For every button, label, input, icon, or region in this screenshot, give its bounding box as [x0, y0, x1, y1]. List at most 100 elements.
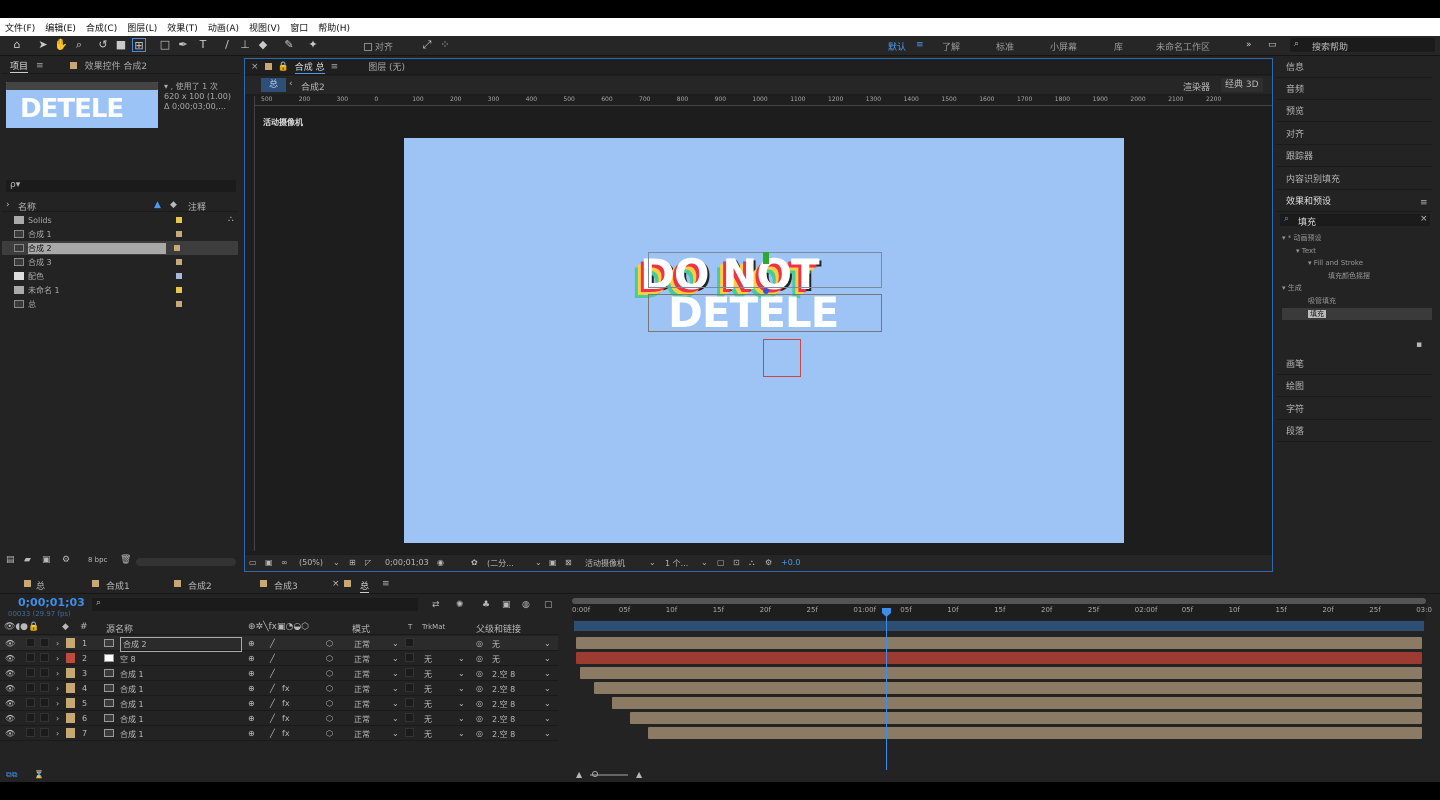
layer-switches-toggle-icon[interactable]: ⧉⧉ — [6, 770, 17, 780]
mode-chevron-icon[interactable]: ⌄ — [392, 699, 399, 708]
camera-view-dropdown[interactable]: 活动摄像机 — [585, 558, 625, 569]
parent-dropdown[interactable]: 无 — [492, 639, 500, 650]
mode-chevron-icon[interactable]: ⌄ — [392, 669, 399, 678]
blend-mode-dropdown[interactable]: 正常 — [354, 684, 370, 695]
zoom-tool-icon[interactable]: ⌕ — [72, 38, 86, 52]
layer-label-color[interactable] — [66, 668, 75, 678]
brush-tool-icon[interactable]: / — [220, 38, 234, 52]
panel-brushes[interactable]: 画笔 — [1276, 355, 1432, 375]
pan-behind-tool-icon[interactable]: ⊞ — [132, 38, 146, 52]
type-tool-icon[interactable]: T — [196, 38, 210, 52]
views-dropdown[interactable]: 1 个... — [665, 558, 688, 569]
parent-dropdown[interactable]: 2.空 8 — [492, 729, 515, 740]
parent-dropdown[interactable]: 2.空 8 — [492, 714, 515, 725]
blend-mode-dropdown[interactable]: 正常 — [354, 729, 370, 740]
trkmat-dropdown[interactable]: 无 — [424, 714, 432, 725]
panel-paragraph[interactable]: 段落 — [1276, 422, 1432, 442]
layer-label-color[interactable] — [66, 653, 75, 663]
shy-switch-icon[interactable]: ⊕ — [248, 654, 255, 663]
workspace-learn[interactable]: 了解 — [942, 40, 960, 53]
trkmat-dropdown[interactable]: 无 — [424, 729, 432, 740]
graph-editor-icon[interactable]: ▢ — [544, 600, 553, 610]
parent-chevron-icon[interactable]: ⌄ — [544, 669, 551, 678]
visibility-eye-icon[interactable]: 👁 — [5, 699, 15, 708]
expand-layer-icon[interactable]: › — [56, 684, 59, 693]
time-ruler[interactable]: 0:00f 05f 10f 15f 20f 25f 01:00f 05f 10f 15f 20f 25… — [572, 604, 1432, 620]
pickwhip-icon[interactable]: ◎ — [476, 729, 483, 738]
eraser-tool-icon[interactable]: ◆ — [256, 38, 270, 52]
snap-icon[interactable]: ⤢ — [420, 38, 434, 52]
tab-comp-total[interactable]: 合成 总 — [294, 60, 325, 74]
vertical-ruler[interactable] — [245, 96, 255, 551]
visibility-eye-icon[interactable]: 👁 — [5, 729, 15, 738]
shy-switch-icon[interactable]: ⊕ — [248, 669, 255, 678]
sort-asc-icon[interactable]: ▲ — [154, 200, 161, 210]
layer-row[interactable]: 👁 › 2 空 8 ⊕ ╱ ⬡ 正常 ⌄ 无 ⌄ ◎ 无 ⌄ — [0, 651, 558, 666]
panel-paint[interactable]: 绘图 — [1276, 377, 1432, 397]
quality-switch-icon[interactable]: ╱ — [270, 669, 275, 678]
3d-layer-icon[interactable]: ⬡ — [326, 699, 333, 708]
preserve-transparency-checkbox[interactable] — [405, 638, 414, 647]
workspace-standard[interactable]: 标准 — [996, 40, 1014, 53]
3d-layer-icon[interactable]: ⬡ — [326, 654, 333, 663]
lock-switch[interactable] — [40, 728, 49, 737]
color-channel-icon[interactable]: ✿ — [471, 558, 478, 567]
clone-stamp-icon[interactable]: ⊥ — [238, 38, 252, 52]
visibility-eye-icon[interactable]: 👁 — [5, 714, 15, 723]
layer-name[interactable]: 合成 1 — [120, 729, 144, 740]
layer-row[interactable]: 👁 › 3 合成 1 ⊕ ╱ ⬡ 正常 ⌄ 无 ⌄ ◎ 2.空 8 ⌄ — [0, 666, 558, 681]
source-name-header[interactable]: 源名称 — [106, 622, 133, 635]
parent-chevron-icon[interactable]: ⌄ — [544, 729, 551, 738]
solo-switch[interactable] — [26, 668, 35, 677]
menu-help[interactable]: 帮助(H) — [313, 21, 355, 34]
pickwhip-icon[interactable]: ◎ — [476, 669, 483, 678]
timeline-tab-comp3[interactable]: 合成3 — [274, 579, 298, 592]
project-scrollbar[interactable] — [136, 558, 236, 566]
panel-character[interactable]: 字符 — [1276, 400, 1432, 420]
tab-effect-controls[interactable]: 效果控件 合成2 — [85, 59, 148, 72]
parent-chevron-icon[interactable]: ⌄ — [544, 639, 551, 648]
preserve-transparency-checkbox[interactable] — [405, 668, 414, 677]
lock-switch[interactable] — [40, 668, 49, 677]
close-tab-icon[interactable]: × — [332, 579, 340, 589]
layer-duration-bar[interactable] — [648, 727, 1422, 739]
workspace-default[interactable]: 默认 — [888, 40, 906, 53]
y-axis-gizmo-icon[interactable] — [763, 252, 769, 264]
pen-tool-icon[interactable]: ✒ — [176, 38, 190, 52]
expand-layer-icon[interactable]: › — [56, 639, 59, 648]
panel-audio[interactable]: 音频 — [1276, 80, 1432, 100]
zoom-in-icon[interactable]: ▲ — [636, 770, 642, 779]
parent-dropdown[interactable]: 2.空 8 — [492, 669, 515, 680]
pickwhip-icon[interactable]: ◎ — [476, 714, 483, 723]
blend-mode-dropdown[interactable]: 正常 — [354, 699, 370, 710]
preserve-transparency-checkbox[interactable] — [405, 713, 414, 722]
time-navigator-range[interactable] — [574, 621, 1424, 631]
layer-name[interactable]: 空 8 — [120, 654, 136, 665]
mode-chevron-icon[interactable]: ⌄ — [392, 714, 399, 723]
project-search-input[interactable]: ρ▾ — [6, 180, 236, 192]
project-item[interactable]: 总 — [2, 297, 238, 311]
panel-align[interactable]: 对齐 — [1276, 125, 1432, 145]
menu-view[interactable]: 视图(V) — [244, 21, 285, 34]
layer-row[interactable]: 👁 › 1 合成 2 ⊕ ╱ ⬡ 正常 ⌄ ◎ 无 ⌄ — [0, 636, 558, 652]
close-tab-icon[interactable]: × — [251, 62, 259, 72]
camera-tool-icon[interactable]: ■ — [114, 38, 128, 52]
trkmat-header[interactable]: TrkMat — [422, 623, 445, 631]
trkmat-chevron-icon[interactable]: ⌄ — [458, 714, 465, 723]
parent-dropdown[interactable]: 无 — [492, 654, 500, 665]
pickwhip-icon[interactable]: ◎ — [476, 654, 483, 663]
workspace-library[interactable]: 库 — [1114, 40, 1123, 53]
expand-layer-icon[interactable]: › — [56, 729, 59, 738]
trkmat-chevron-icon[interactable]: ⌄ — [458, 669, 465, 678]
trkmat-dropdown[interactable]: 无 — [424, 684, 432, 695]
lock-switch[interactable] — [40, 653, 49, 662]
quality-switch-icon[interactable]: ╱ — [270, 729, 275, 738]
lock-switch[interactable] — [40, 683, 49, 692]
quality-switch-icon[interactable]: ╱ — [270, 684, 275, 693]
solo-switch[interactable] — [26, 713, 35, 722]
horizontal-ruler[interactable]: 500 200 300 0 100 200 300 400 500 600 700 800 900 100… — [255, 96, 1272, 106]
parent-dropdown[interactable]: 2.空 8 — [492, 699, 515, 710]
new-comp-icon[interactable]: ▣ — [42, 555, 51, 565]
pickwhip-icon[interactable]: ◎ — [476, 699, 483, 708]
lock-switch[interactable] — [40, 698, 49, 707]
